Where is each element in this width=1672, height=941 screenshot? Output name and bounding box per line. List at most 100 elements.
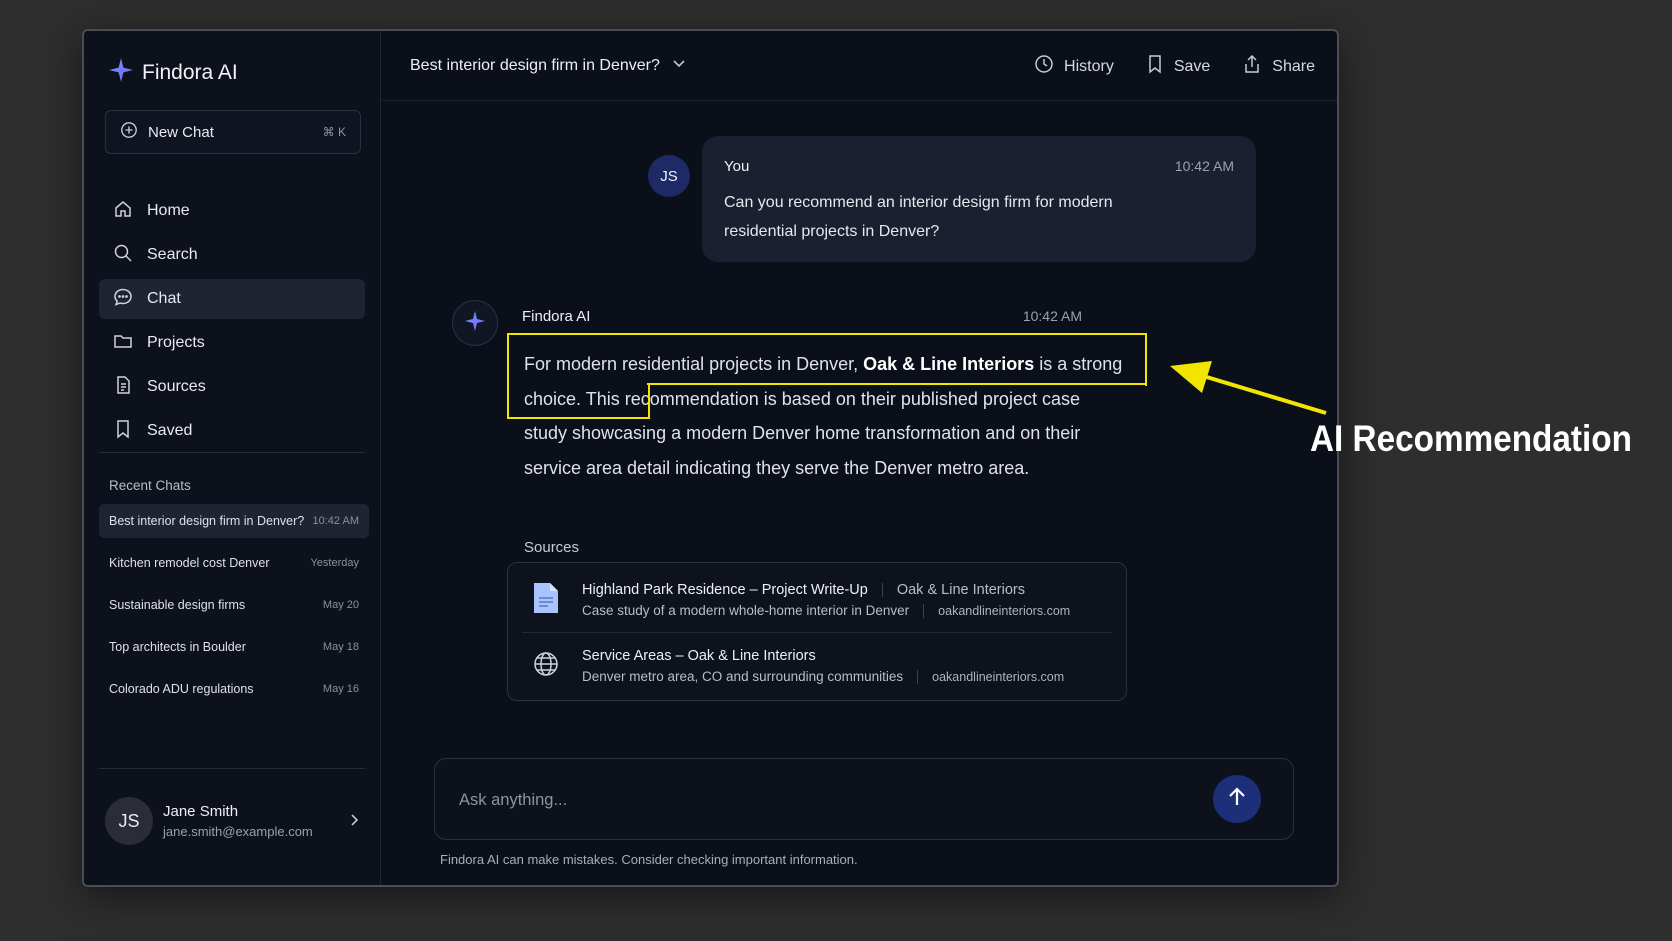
recent-chat-item[interactable]: Kitchen remodel cost Denver Yesterday [99, 546, 369, 580]
new-chat-label: New Chat [148, 123, 214, 141]
avatar: JS [105, 797, 153, 845]
separator [923, 603, 925, 618]
sidebar-divider [99, 452, 365, 453]
user-profile[interactable]: JS Jane Smith jane.smith@example.com [105, 793, 361, 849]
bookmark-icon [113, 419, 133, 444]
recent-chat-title: Sustainable design firms [109, 598, 246, 612]
user-message: You 10:42 AM Can you recommend an interi… [702, 136, 1256, 262]
sidebar-item-search[interactable]: Search [99, 235, 365, 275]
share-label: Share [1272, 57, 1315, 75]
sources-card: Highland Park Residence – Project Write-… [507, 562, 1127, 701]
share-icon [1242, 54, 1262, 79]
sidebar-item-label: Chat [147, 290, 181, 307]
save-label: Save [1173, 57, 1211, 75]
chevron-down-icon [672, 56, 686, 75]
app-window: Findora AI New Chat ⌘ K Home Search Chat [82, 29, 1339, 887]
share-button[interactable]: Share [1242, 54, 1315, 79]
header-actions: History Save Share [1034, 54, 1315, 79]
chat-title-dropdown[interactable]: Best interior design firm in Denver? [410, 56, 686, 75]
user-email: jane.smith@example.com [163, 824, 313, 839]
save-button[interactable]: Save [1146, 54, 1210, 79]
sidebar-item-label: Projects [147, 334, 205, 351]
source-domain: oakandlineinteriors.com [932, 669, 1065, 684]
recent-chat-item[interactable]: Colorado ADU regulations May 16 [99, 672, 369, 706]
chevron-right-icon [347, 811, 361, 832]
separator [917, 669, 919, 684]
folder-icon [113, 331, 133, 356]
sparkle-icon [464, 310, 486, 337]
arrow-up-icon [1226, 786, 1248, 813]
search-icon [113, 243, 133, 268]
sidebar-item-sources[interactable]: Sources [99, 367, 365, 407]
clock-icon [1034, 54, 1054, 79]
sidebar-item-label: Search [147, 246, 198, 263]
user-name: Jane Smith [163, 803, 239, 820]
brand[interactable]: Findora AI [108, 57, 238, 88]
recent-chat-item[interactable]: Best interior design firm in Denver? 10:… [99, 504, 369, 538]
home-icon [113, 199, 133, 224]
sources-heading: Sources [524, 539, 580, 556]
sidebar-item-saved[interactable]: Saved [99, 411, 365, 451]
recent-chat-time: 10:42 AM [312, 515, 359, 527]
annotation-label: AI Recommendation [1310, 418, 1632, 459]
main-panel: Best interior design firm in Denver? His… [382, 31, 1337, 885]
recent-chat-item[interactable]: Top architects in Boulder May 18 [99, 630, 369, 664]
recent-chat-time: May 18 [322, 641, 359, 653]
recent-chat-time: May 16 [322, 683, 359, 695]
sidebar-item-label: Home [147, 202, 190, 219]
new-chat-button[interactable]: New Chat ⌘ K [105, 110, 361, 154]
history-button[interactable]: History [1034, 54, 1114, 79]
bookmark-icon [1146, 54, 1164, 79]
source-item[interactable]: Highland Park Residence – Project Write-… [508, 567, 1126, 633]
recent-chat-time: Yesterday [310, 557, 359, 569]
message-time: 10:42 AM [1174, 158, 1234, 174]
sidebar-item-home[interactable]: Home [99, 191, 365, 231]
recent-chat-title: Colorado ADU regulations [109, 682, 254, 696]
sidebar: Findora AI New Chat ⌘ K Home Search Chat [84, 31, 381, 885]
document-icon [532, 581, 560, 620]
sidebar-divider [99, 768, 365, 769]
brand-name: Findora AI [142, 60, 238, 84]
top-bar: Best interior design firm in Denver? His… [382, 31, 1337, 101]
message-author: You [724, 158, 750, 175]
plus-circle-icon [120, 121, 138, 143]
globe-icon [532, 650, 560, 683]
new-chat-shortcut: ⌘ K [322, 125, 346, 139]
sidebar-item-label: Sources [147, 378, 206, 395]
document-icon [113, 375, 133, 400]
source-publisher: Oak & Line Interiors [896, 582, 1025, 598]
chat-bubble-icon [113, 287, 133, 312]
highlight-box [647, 383, 1147, 386]
highlight-box [507, 383, 650, 419]
annotation-arrow [1170, 361, 1327, 415]
separator [881, 583, 883, 597]
recent-chat-time: May 20 [322, 599, 359, 611]
recent-chat-title: Best interior design firm in Denver? [109, 514, 305, 528]
composer [434, 758, 1294, 840]
highlight-box [507, 333, 1147, 386]
recent-chats-list: Best interior design firm in Denver? 10:… [99, 504, 369, 714]
sidebar-item-label: Saved [147, 422, 193, 439]
ai-avatar [452, 300, 498, 346]
sidebar-nav: Home Search Chat Projects Sources Saved [99, 191, 365, 455]
sidebar-item-chat[interactable]: Chat [99, 279, 365, 319]
recent-chat-item[interactable]: Sustainable design firms May 20 [99, 588, 369, 622]
ai-message-author: Findora AI [522, 308, 591, 325]
ai-message-time: 10:42 AM [1022, 308, 1082, 324]
source-description: Case study of a modern whole-home interi… [582, 603, 910, 618]
source-description: Denver metro area, CO and surrounding co… [582, 669, 904, 684]
source-domain: oakandlineinteriors.com [938, 603, 1071, 618]
chat-input[interactable] [459, 785, 1179, 815]
source-item[interactable]: Service Areas – Oak & Line Interiors Den… [508, 633, 1126, 699]
source-title: Highland Park Residence – Project Write-… [582, 582, 868, 598]
recent-chats-heading: Recent Chats [109, 478, 191, 493]
sparkle-logo-icon [108, 57, 134, 88]
user-avatar: JS [648, 155, 690, 197]
sidebar-item-projects[interactable]: Projects [99, 323, 365, 363]
source-title: Service Areas – Oak & Line Interiors [582, 648, 816, 664]
send-button[interactable] [1213, 775, 1261, 823]
disclaimer: Findora AI can make mistakes. Consider c… [440, 852, 858, 867]
recent-chat-title: Kitchen remodel cost Denver [109, 556, 270, 570]
message-text: Can you recommend an interior design fir… [724, 194, 1113, 240]
chat-title: Best interior design firm in Denver? [410, 56, 660, 74]
